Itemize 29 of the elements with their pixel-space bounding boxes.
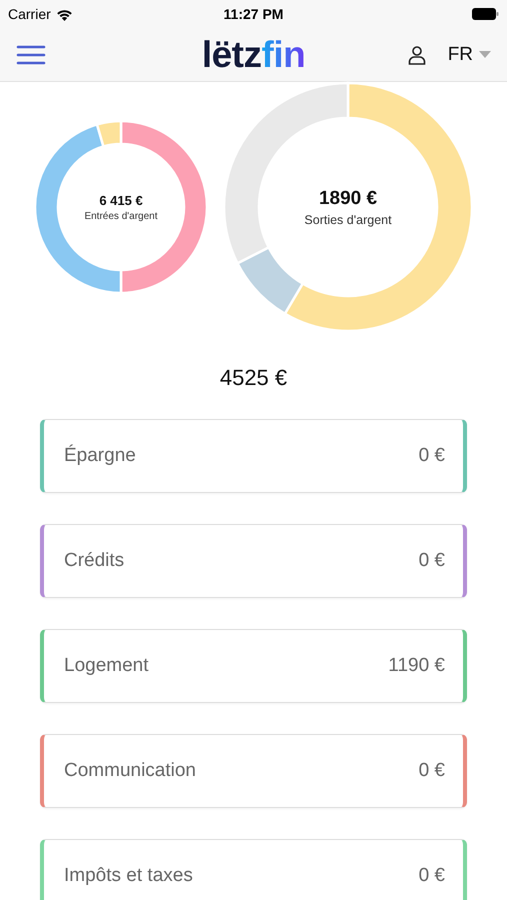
category-amount: 1190 € xyxy=(388,655,445,677)
user-icon[interactable] xyxy=(408,44,426,64)
chart-amount: 6 415 € xyxy=(99,192,143,208)
clock-time: 11:27 PM xyxy=(224,6,284,22)
carrier-label: Carrier xyxy=(8,6,51,22)
category-amount: 0 € xyxy=(418,445,445,467)
category-name: Communication xyxy=(64,760,196,782)
wifi-icon xyxy=(56,8,73,20)
category-amount: 0 € xyxy=(418,865,445,887)
battery-icon xyxy=(472,8,499,20)
category-card[interactable]: Épargne 0 € xyxy=(40,419,467,493)
category-card[interactable]: Logement 1190 € xyxy=(40,629,467,703)
language-dropdown[interactable]: FR xyxy=(448,44,492,66)
category-amount: 0 € xyxy=(418,550,445,572)
category-amount: 0 € xyxy=(418,760,445,782)
chart-label: Entrées d'argent xyxy=(84,210,158,222)
category-card[interactable]: Crédits 0 € xyxy=(40,524,467,598)
app-logo: lëtzfin xyxy=(202,36,306,73)
chart-amount: 1890 € xyxy=(318,188,378,210)
menu-button[interactable] xyxy=(16,44,46,64)
category-card[interactable]: Communication 0 € xyxy=(40,734,467,808)
category-name: Logement xyxy=(64,655,149,677)
category-name: Crédits xyxy=(64,550,124,572)
category-name: Impôts et taxes xyxy=(64,865,193,887)
chart-label: Sorties d'argent xyxy=(304,212,392,226)
category-name: Épargne xyxy=(64,445,136,467)
category-card[interactable]: Impôts et taxes 0 € xyxy=(40,839,467,900)
caret-icon xyxy=(479,51,492,58)
balance-amount: 4525 € xyxy=(220,365,288,391)
